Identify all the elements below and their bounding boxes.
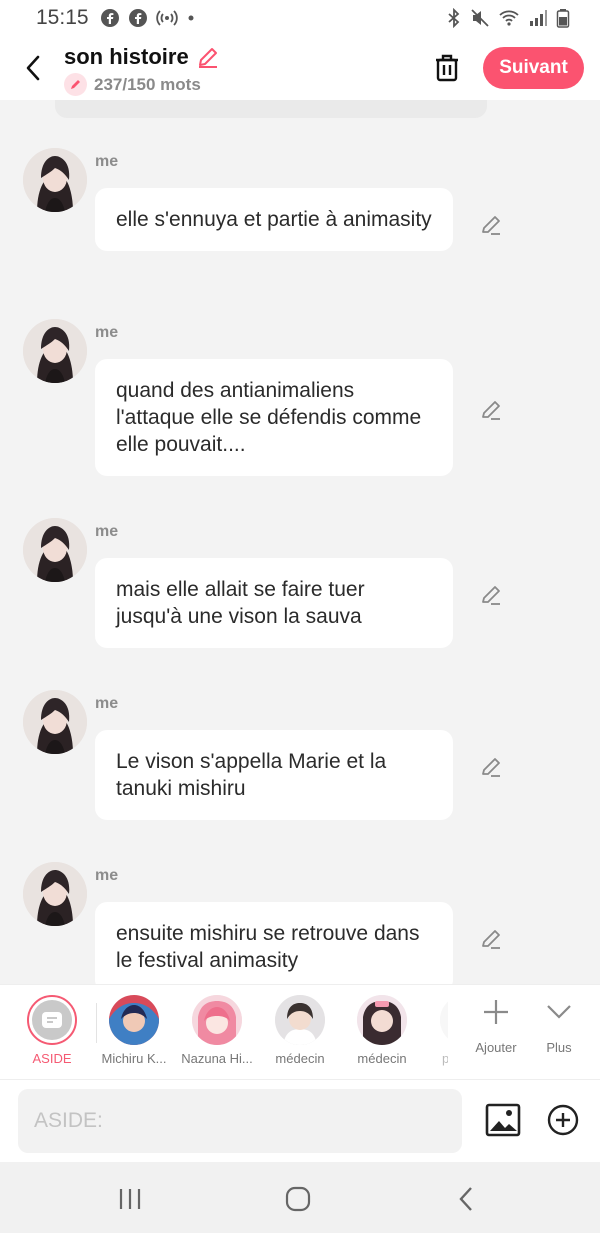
mute-icon	[471, 9, 489, 27]
delete-button[interactable]	[430, 50, 464, 86]
message-bubble[interactable]: mais elle allait se faire tuer jusqu'à u…	[95, 558, 453, 648]
aside-avatar	[27, 995, 77, 1045]
title-row[interactable]: son histoire	[64, 44, 221, 70]
recent-apps-icon	[119, 1189, 141, 1209]
avatar	[440, 995, 448, 1045]
recent-apps-button[interactable]	[110, 1184, 150, 1214]
edit-message-icon[interactable]	[478, 397, 504, 423]
character-name: médecin	[275, 1051, 325, 1066]
edit-message-icon[interactable]	[478, 754, 504, 780]
pencil-icon	[71, 80, 80, 89]
message-list[interactable]: me elle s'ennuya et partie à animasity m…	[0, 100, 600, 984]
avatar-image	[23, 690, 87, 754]
battery-icon	[556, 9, 570, 28]
wifi-icon	[499, 10, 519, 26]
character-michiru[interactable]: Michiru K...	[94, 995, 174, 1066]
edit-message-icon[interactable]	[478, 212, 504, 238]
chat-bubble-icon	[42, 1012, 62, 1028]
sender-name: me	[95, 153, 119, 170]
trash-icon	[436, 54, 458, 82]
bluetooth-icon	[448, 8, 460, 28]
hotspot-icon	[156, 10, 178, 26]
system-nav-bar	[0, 1162, 600, 1233]
avatar-image	[23, 518, 87, 582]
home-button[interactable]	[278, 1184, 318, 1214]
home-icon	[285, 1186, 311, 1212]
edit-message-icon[interactable]	[478, 582, 504, 608]
back-chevron-icon	[459, 1187, 472, 1211]
word-count-row: 237/150 mots	[64, 73, 201, 96]
edit-title-icon[interactable]	[195, 44, 221, 70]
image-icon[interactable]	[485, 1102, 521, 1138]
character-name: médecin	[357, 1051, 407, 1066]
character-name: Nazuna Hi...	[181, 1051, 253, 1066]
chevron-left-icon	[26, 55, 40, 81]
next-button[interactable]: Suivant	[483, 47, 584, 89]
back-button[interactable]	[18, 50, 48, 86]
avatar-image	[23, 148, 87, 212]
message-bubble[interactable]: Le vison s'appella Marie et la tanuki mi…	[95, 730, 453, 820]
status-time: 15:15	[36, 6, 89, 29]
avatar[interactable]	[23, 518, 87, 582]
character-medecin-1[interactable]: médecin	[260, 995, 340, 1066]
sender-name: me	[95, 867, 119, 884]
message-input[interactable]	[18, 1089, 462, 1153]
signal-icon	[530, 10, 547, 26]
avatar[interactable]	[23, 862, 87, 926]
add-circle-icon[interactable]	[547, 1104, 579, 1136]
status-bar: 15:15	[0, 0, 600, 36]
sender-name: me	[95, 324, 119, 341]
more-button[interactable]: Plus	[529, 997, 589, 1055]
message-bubble[interactable]: elle s'ennuya et partie à animasity	[95, 188, 453, 251]
avatar	[275, 995, 325, 1045]
character-medecin-2[interactable]: médecin	[342, 995, 422, 1066]
avatar	[192, 995, 242, 1045]
composer-bar	[0, 1080, 600, 1162]
avatar-image	[23, 862, 87, 926]
facebook-icon	[101, 9, 119, 27]
avatar[interactable]	[23, 148, 87, 212]
page-title: son histoire	[64, 44, 189, 69]
sender-name: me	[95, 695, 119, 712]
character-aside[interactable]: ASIDE	[12, 995, 92, 1066]
character-name: ASIDE	[32, 1051, 72, 1066]
avatar[interactable]	[23, 690, 87, 754]
character-nazuna[interactable]: Nazuna Hi...	[177, 995, 257, 1066]
add-label: Ajouter	[475, 1040, 517, 1055]
story-header: son histoire 237/150 mots Suivant	[0, 36, 600, 100]
status-left-icons	[100, 8, 196, 28]
status-right-icons	[446, 8, 570, 28]
dot-icon	[188, 15, 194, 21]
chevron-down-icon	[547, 1005, 571, 1019]
avatar[interactable]	[23, 319, 87, 383]
more-label: Plus	[546, 1040, 572, 1055]
pencil-badge	[64, 73, 87, 96]
character-partial[interactable]: p	[412, 995, 448, 1066]
character-name: p	[442, 1051, 448, 1066]
avatar	[109, 995, 159, 1045]
message-bubble[interactable]: quand des antianimaliens l'attaque elle …	[95, 359, 453, 476]
avatar-image	[23, 319, 87, 383]
system-back-button[interactable]	[446, 1184, 486, 1214]
character-bar: ASIDE Michiru K... Nazuna Hi... médecin …	[0, 984, 600, 1080]
word-count: 237/150 mots	[94, 74, 201, 94]
edit-message-icon[interactable]	[478, 926, 504, 952]
plus-icon	[484, 1000, 508, 1024]
previous-bubble	[55, 100, 487, 118]
message-bubble[interactable]: ensuite mishiru se retrouve dans le fest…	[95, 902, 453, 984]
avatar	[357, 995, 407, 1045]
add-character-button[interactable]: Ajouter	[466, 997, 526, 1055]
character-name: Michiru K...	[101, 1051, 167, 1066]
sender-name: me	[95, 523, 119, 540]
facebook-icon	[129, 9, 147, 27]
